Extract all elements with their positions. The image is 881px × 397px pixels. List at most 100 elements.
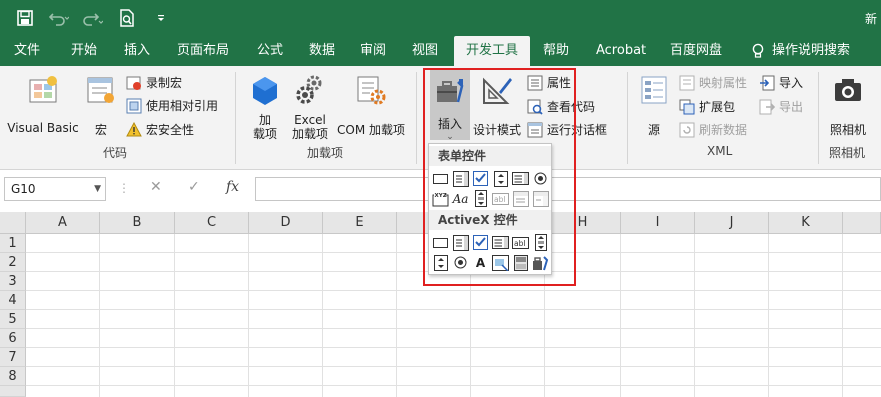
- ribbon-tab-row: 文件 开始 插入 页面布局 公式 数据 审阅 视图 开发工具 帮助 Acroba…: [0, 36, 881, 66]
- grid-line: [26, 309, 881, 310]
- tell-me-label: 操作说明搜索: [772, 43, 851, 58]
- save-icon[interactable]: [14, 8, 36, 28]
- excel-addins-button[interactable]: Excel 加载项: [290, 74, 330, 141]
- tab-home[interactable]: 开始: [71, 36, 97, 66]
- addins-button[interactable]: 加 载项: [248, 74, 282, 141]
- map-properties-button[interactable]: 映射属性: [679, 74, 747, 91]
- relative-references-icon: [126, 98, 142, 113]
- tell-me-search[interactable]: 操作说明搜索: [752, 36, 850, 66]
- com-addins-label: COM 加载项: [337, 123, 405, 137]
- tab-file[interactable]: 文件: [14, 36, 40, 66]
- record-macro-button[interactable]: 录制宏: [126, 74, 182, 91]
- xml-import-button[interactable]: 导入: [759, 74, 803, 91]
- com-addins-button[interactable]: COM 加载项: [334, 74, 408, 138]
- quick-access-toolbar: [14, 8, 172, 28]
- group-divider: [818, 72, 819, 164]
- macro-security-button[interactable]: 宏安全性: [126, 121, 194, 138]
- enter-check-icon[interactable]: ✓: [188, 179, 200, 195]
- row-header[interactable]: 5: [0, 310, 26, 329]
- group-divider: [235, 72, 236, 164]
- tab-view[interactable]: 视图: [412, 36, 438, 66]
- camera-group-label: 照相机: [829, 146, 866, 160]
- lightbulb-icon: [752, 43, 764, 58]
- import-icon: [760, 75, 775, 90]
- visual-basic-button[interactable]: Visual Basic: [6, 74, 80, 135]
- tab-acrobat[interactable]: Acrobat: [596, 36, 646, 66]
- redo-icon[interactable]: [82, 8, 104, 28]
- code-group-label: 代码: [103, 146, 128, 160]
- expansion-packs-button[interactable]: 扩展包: [679, 98, 735, 115]
- row-header[interactable]: 7: [0, 348, 26, 367]
- title-bar: 新: [0, 0, 881, 36]
- xml-export-button[interactable]: 导出: [759, 98, 803, 115]
- grid-line: [620, 234, 621, 397]
- column-header[interactable]: C: [175, 212, 249, 234]
- grid-line: [174, 234, 175, 397]
- select-all-corner[interactable]: [0, 212, 26, 234]
- xml-source-button[interactable]: 源: [637, 74, 671, 138]
- cancel-icon[interactable]: ✕: [150, 179, 162, 195]
- row-header[interactable]: 4: [0, 291, 26, 310]
- grid-line: [396, 234, 397, 397]
- column-header[interactable]: A: [26, 212, 100, 234]
- visual-basic-icon: [29, 76, 57, 103]
- tab-insert[interactable]: 插入: [124, 36, 150, 66]
- camera-button[interactable]: 照相机: [826, 74, 870, 138]
- tab-formulas[interactable]: 公式: [257, 36, 283, 66]
- xml-group-label: XML: [707, 144, 733, 158]
- insert-function-icon[interactable]: fx: [226, 179, 239, 195]
- map-properties-icon: [679, 75, 695, 90]
- column-header[interactable]: J: [695, 212, 769, 234]
- addins-group-label: 加载项: [307, 146, 344, 160]
- addins-icon: [253, 77, 277, 105]
- row-header[interactable]: 6: [0, 329, 26, 348]
- tab-baidu-netdisk[interactable]: 百度网盘: [670, 36, 722, 66]
- column-header[interactable]: D: [249, 212, 323, 234]
- grid-line: [26, 290, 881, 291]
- column-header[interactable]: E: [323, 212, 397, 234]
- record-macro-icon: [126, 76, 141, 90]
- com-addins-icon: [357, 76, 386, 105]
- tab-help[interactable]: 帮助: [543, 36, 569, 66]
- macros-icon: [87, 77, 114, 103]
- customize-qat-icon[interactable]: [150, 8, 172, 28]
- grid-line: [768, 234, 769, 397]
- addins-label-line1: 加: [258, 113, 271, 127]
- macro-security-label: 宏安全性: [146, 123, 195, 137]
- xml-import-label: 导入: [779, 76, 804, 90]
- refresh-data-icon: [679, 122, 695, 137]
- row-header[interactable]: 3: [0, 272, 26, 291]
- macros-button[interactable]: 宏: [84, 74, 118, 138]
- column-header[interactable]: K: [769, 212, 843, 234]
- row-header[interactable]: 2: [0, 253, 26, 272]
- column-header[interactable]: B: [100, 212, 175, 234]
- refresh-data-button[interactable]: 刷新数据: [679, 121, 747, 138]
- row-header[interactable]: 1: [0, 234, 26, 253]
- tab-review[interactable]: 审阅: [360, 36, 386, 66]
- refresh-data-label: 刷新数据: [699, 123, 748, 137]
- expansion-packs-icon: [679, 99, 695, 114]
- grid-line: [26, 385, 881, 386]
- column-header[interactable]: I: [621, 212, 695, 234]
- chevron-down-icon[interactable]: ▼: [94, 178, 101, 200]
- row-header-partial[interactable]: [0, 386, 26, 397]
- tab-developer[interactable]: 开发工具: [454, 36, 531, 66]
- camera-label: 照相机: [829, 123, 866, 137]
- tab-page-layout[interactable]: 页面布局: [177, 36, 229, 66]
- relative-references-label: 使用相对引用: [146, 99, 219, 113]
- record-macro-label: 录制宏: [146, 76, 183, 90]
- column-header-partial[interactable]: [843, 212, 881, 234]
- name-box[interactable]: G10 ▼: [4, 177, 106, 201]
- xml-source-icon: [641, 76, 667, 104]
- print-preview-icon[interactable]: [116, 8, 138, 28]
- formula-bar-grip[interactable]: ⋮: [118, 181, 130, 195]
- excel-addins-label-line2: 加载项: [291, 127, 328, 141]
- export-icon: [759, 99, 775, 114]
- visual-basic-label: Visual Basic: [7, 121, 79, 135]
- undo-icon[interactable]: [48, 8, 70, 28]
- tab-data[interactable]: 数据: [309, 36, 335, 66]
- xml-source-label: 源: [647, 123, 660, 137]
- camera-icon: [835, 79, 861, 101]
- row-header[interactable]: 8: [0, 367, 26, 386]
- use-relative-references-button[interactable]: 使用相对引用: [126, 97, 218, 114]
